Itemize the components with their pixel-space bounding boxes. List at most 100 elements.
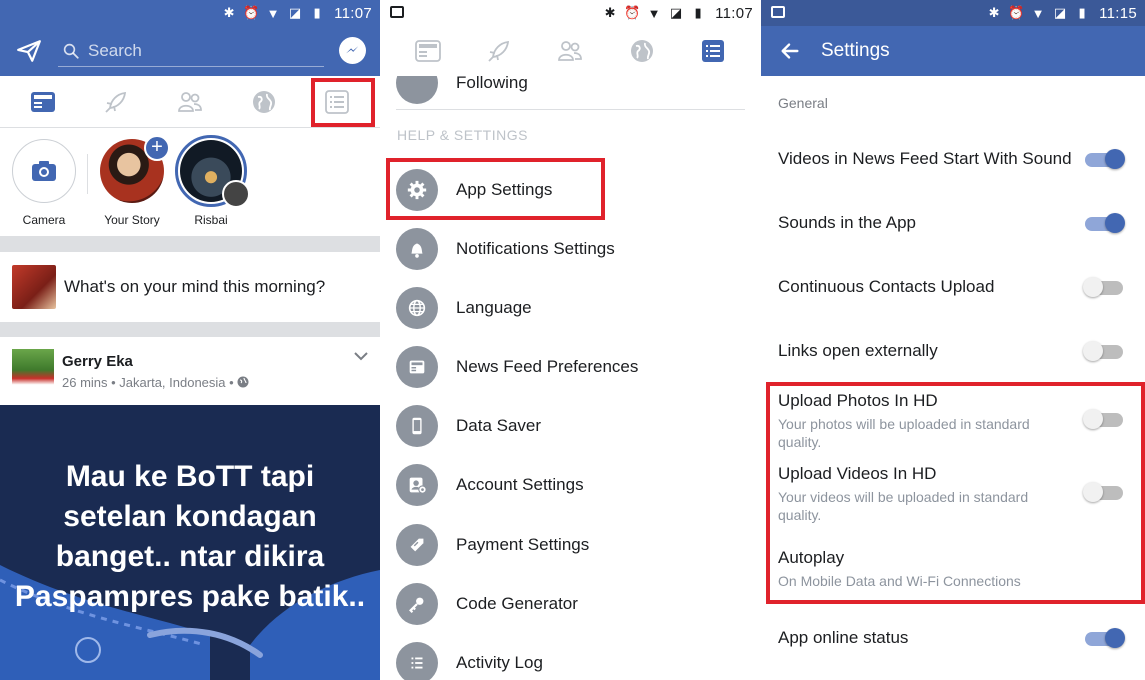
alarm-icon: ⏰ <box>1007 5 1025 20</box>
menu-item-payment-settings[interactable]: Payment Settings <box>396 521 761 569</box>
list-icon <box>411 657 423 669</box>
tab-notifications-globe[interactable] <box>240 80 288 124</box>
tab-friends[interactable] <box>166 80 214 124</box>
add-story-icon[interactable]: + <box>144 135 170 161</box>
battery-icon: ▮ <box>694 5 702 20</box>
menu-item-label: Notifications Settings <box>456 239 615 258</box>
globe-privacy-icon <box>237 376 249 388</box>
composer[interactable]: What's on your mind this morning? <box>0 252 380 322</box>
tab-friends[interactable] <box>546 29 594 73</box>
links-external-toggle[interactable] <box>1083 338 1125 364</box>
news-feed-screen: ✱ ⏰ ▼ ◪ ▮ 11:07 Search Camera + Your Sto… <box>0 0 380 680</box>
menu-item-language[interactable]: Language <box>396 284 761 332</box>
setting-row-sounds-in-app[interactable]: Sounds in the App <box>778 213 1125 233</box>
search-input[interactable]: Search <box>58 36 324 67</box>
status-bar: ✱ ⏰ ▼ ◪ ▮ 11:07 <box>380 0 761 26</box>
messenger-icon[interactable] <box>339 37 366 64</box>
bluetooth-icon: ✱ <box>988 5 1000 20</box>
rocket-icon <box>488 40 510 62</box>
stories-divider <box>87 154 88 194</box>
menu-item-label: Code Generator <box>456 594 578 613</box>
friends-icon <box>178 91 202 112</box>
setting-row-online-status[interactable]: App online status <box>778 628 1125 648</box>
menu-item-following[interactable]: Following <box>396 76 528 104</box>
news-feed-icon <box>414 40 441 62</box>
no-signal-icon: ◪ <box>1053 5 1067 20</box>
bluetooth-icon: ✱ <box>223 5 235 20</box>
image-notification-icon <box>390 6 404 18</box>
bluetooth-icon: ✱ <box>604 5 616 20</box>
post-image[interactable]: Mau ke BoTT tapi setelan kondagan banget… <box>0 405 380 680</box>
online-status-toggle[interactable] <box>1083 625 1125 651</box>
wifi-icon: ▼ <box>647 5 661 21</box>
menu-item-activity-log[interactable]: Activity Log <box>396 639 761 680</box>
contacts-upload-toggle[interactable] <box>1083 274 1125 300</box>
post-meta-text: 26 mins • Jakarta, Indonesia • <box>62 375 234 390</box>
alarm-icon: ⏰ <box>242 5 260 20</box>
setting-title: App online status <box>778 628 909 647</box>
setting-title: Videos in News Feed Start With Sound <box>778 149 1072 168</box>
menu-item-label: Payment Settings <box>456 535 590 554</box>
tab-news-feed[interactable] <box>19 80 67 124</box>
setting-title: Continuous Contacts Upload <box>778 277 995 296</box>
camera-icon <box>32 161 56 181</box>
tab-news-feed[interactable] <box>404 29 452 73</box>
story-your-story[interactable]: + Your Story <box>95 135 170 227</box>
post-author-avatar[interactable] <box>12 349 54 391</box>
menu-divider <box>396 109 745 110</box>
following-icon <box>396 76 438 104</box>
status-time: 11:07 <box>715 4 753 22</box>
setting-row-links-external[interactable]: Links open externally <box>778 341 1125 361</box>
story-label: Your Story <box>104 213 160 227</box>
phone-icon <box>412 417 422 435</box>
menu-item-code-generator[interactable]: Code Generator <box>396 580 761 628</box>
page-title: Settings <box>821 40 890 61</box>
chevron-down-icon[interactable] <box>354 351 368 361</box>
menu-item-label: News Feed Preferences <box>456 357 639 376</box>
tab-rocket[interactable] <box>92 80 140 124</box>
tab-notifications-globe[interactable] <box>618 29 666 73</box>
section-header: General <box>778 95 828 111</box>
setting-title: Sounds in the App <box>778 213 917 232</box>
rocket-icon <box>105 91 127 113</box>
bell-icon <box>411 243 423 258</box>
tab-menu[interactable] <box>689 29 737 73</box>
section-header: HELP & SETTINGS <box>397 127 528 143</box>
menu-item-label: Following <box>456 76 528 92</box>
story-friend[interactable]: Risbai <box>174 135 250 227</box>
sounds-in-app-toggle[interactable] <box>1083 210 1125 236</box>
story-camera[interactable]: Camera <box>7 139 81 227</box>
feed-separator <box>0 236 380 252</box>
back-arrow-icon[interactable] <box>779 40 801 62</box>
menu-item-news-feed-preferences[interactable]: News Feed Preferences <box>396 343 761 391</box>
story-label: Camera <box>22 213 66 227</box>
menu-screen: ✱ ⏰ ▼ ◪ ▮ 11:07 Following HELP & SETTING… <box>380 0 761 680</box>
menu-list-icon <box>702 40 725 62</box>
menu-item-data-saver[interactable]: Data Saver <box>396 402 761 450</box>
app-settings-highlight <box>386 158 605 220</box>
wifi-icon: ▼ <box>1031 5 1045 21</box>
story-label: Risbai <box>194 213 228 227</box>
menu-tab-highlight <box>311 78 375 127</box>
post-author-name[interactable]: Gerry Eka <box>62 353 133 370</box>
status-bar: ✱ ⏰ ▼ ◪ ▮ 11:15 <box>761 0 1145 26</box>
videos-sound-toggle[interactable] <box>1083 146 1125 172</box>
tab-rocket[interactable] <box>475 29 523 73</box>
feed-separator <box>0 322 380 337</box>
friends-icon <box>558 41 583 61</box>
setting-row-contacts-upload[interactable]: Continuous Contacts Upload <box>778 277 1125 297</box>
avatar <box>12 265 56 309</box>
alarm-icon: ⏰ <box>623 5 641 20</box>
menu-item-account-settings[interactable]: Account Settings <box>396 461 761 509</box>
menu-item-notifications-settings[interactable]: Notifications Settings <box>396 225 761 273</box>
send-icon[interactable] <box>16 38 42 64</box>
menu-item-label: Language <box>456 298 532 317</box>
globe-icon <box>408 299 426 317</box>
setting-row-videos-sound[interactable]: Videos in News Feed Start With Sound <box>778 149 1125 169</box>
menu-item-label: Activity Log <box>456 653 543 672</box>
menu-tab-bar <box>380 26 761 76</box>
no-signal-icon: ◪ <box>288 5 302 20</box>
search-icon <box>63 43 79 59</box>
status-time: 11:07 <box>334 4 372 22</box>
menu-item-label: Account Settings <box>456 475 584 494</box>
